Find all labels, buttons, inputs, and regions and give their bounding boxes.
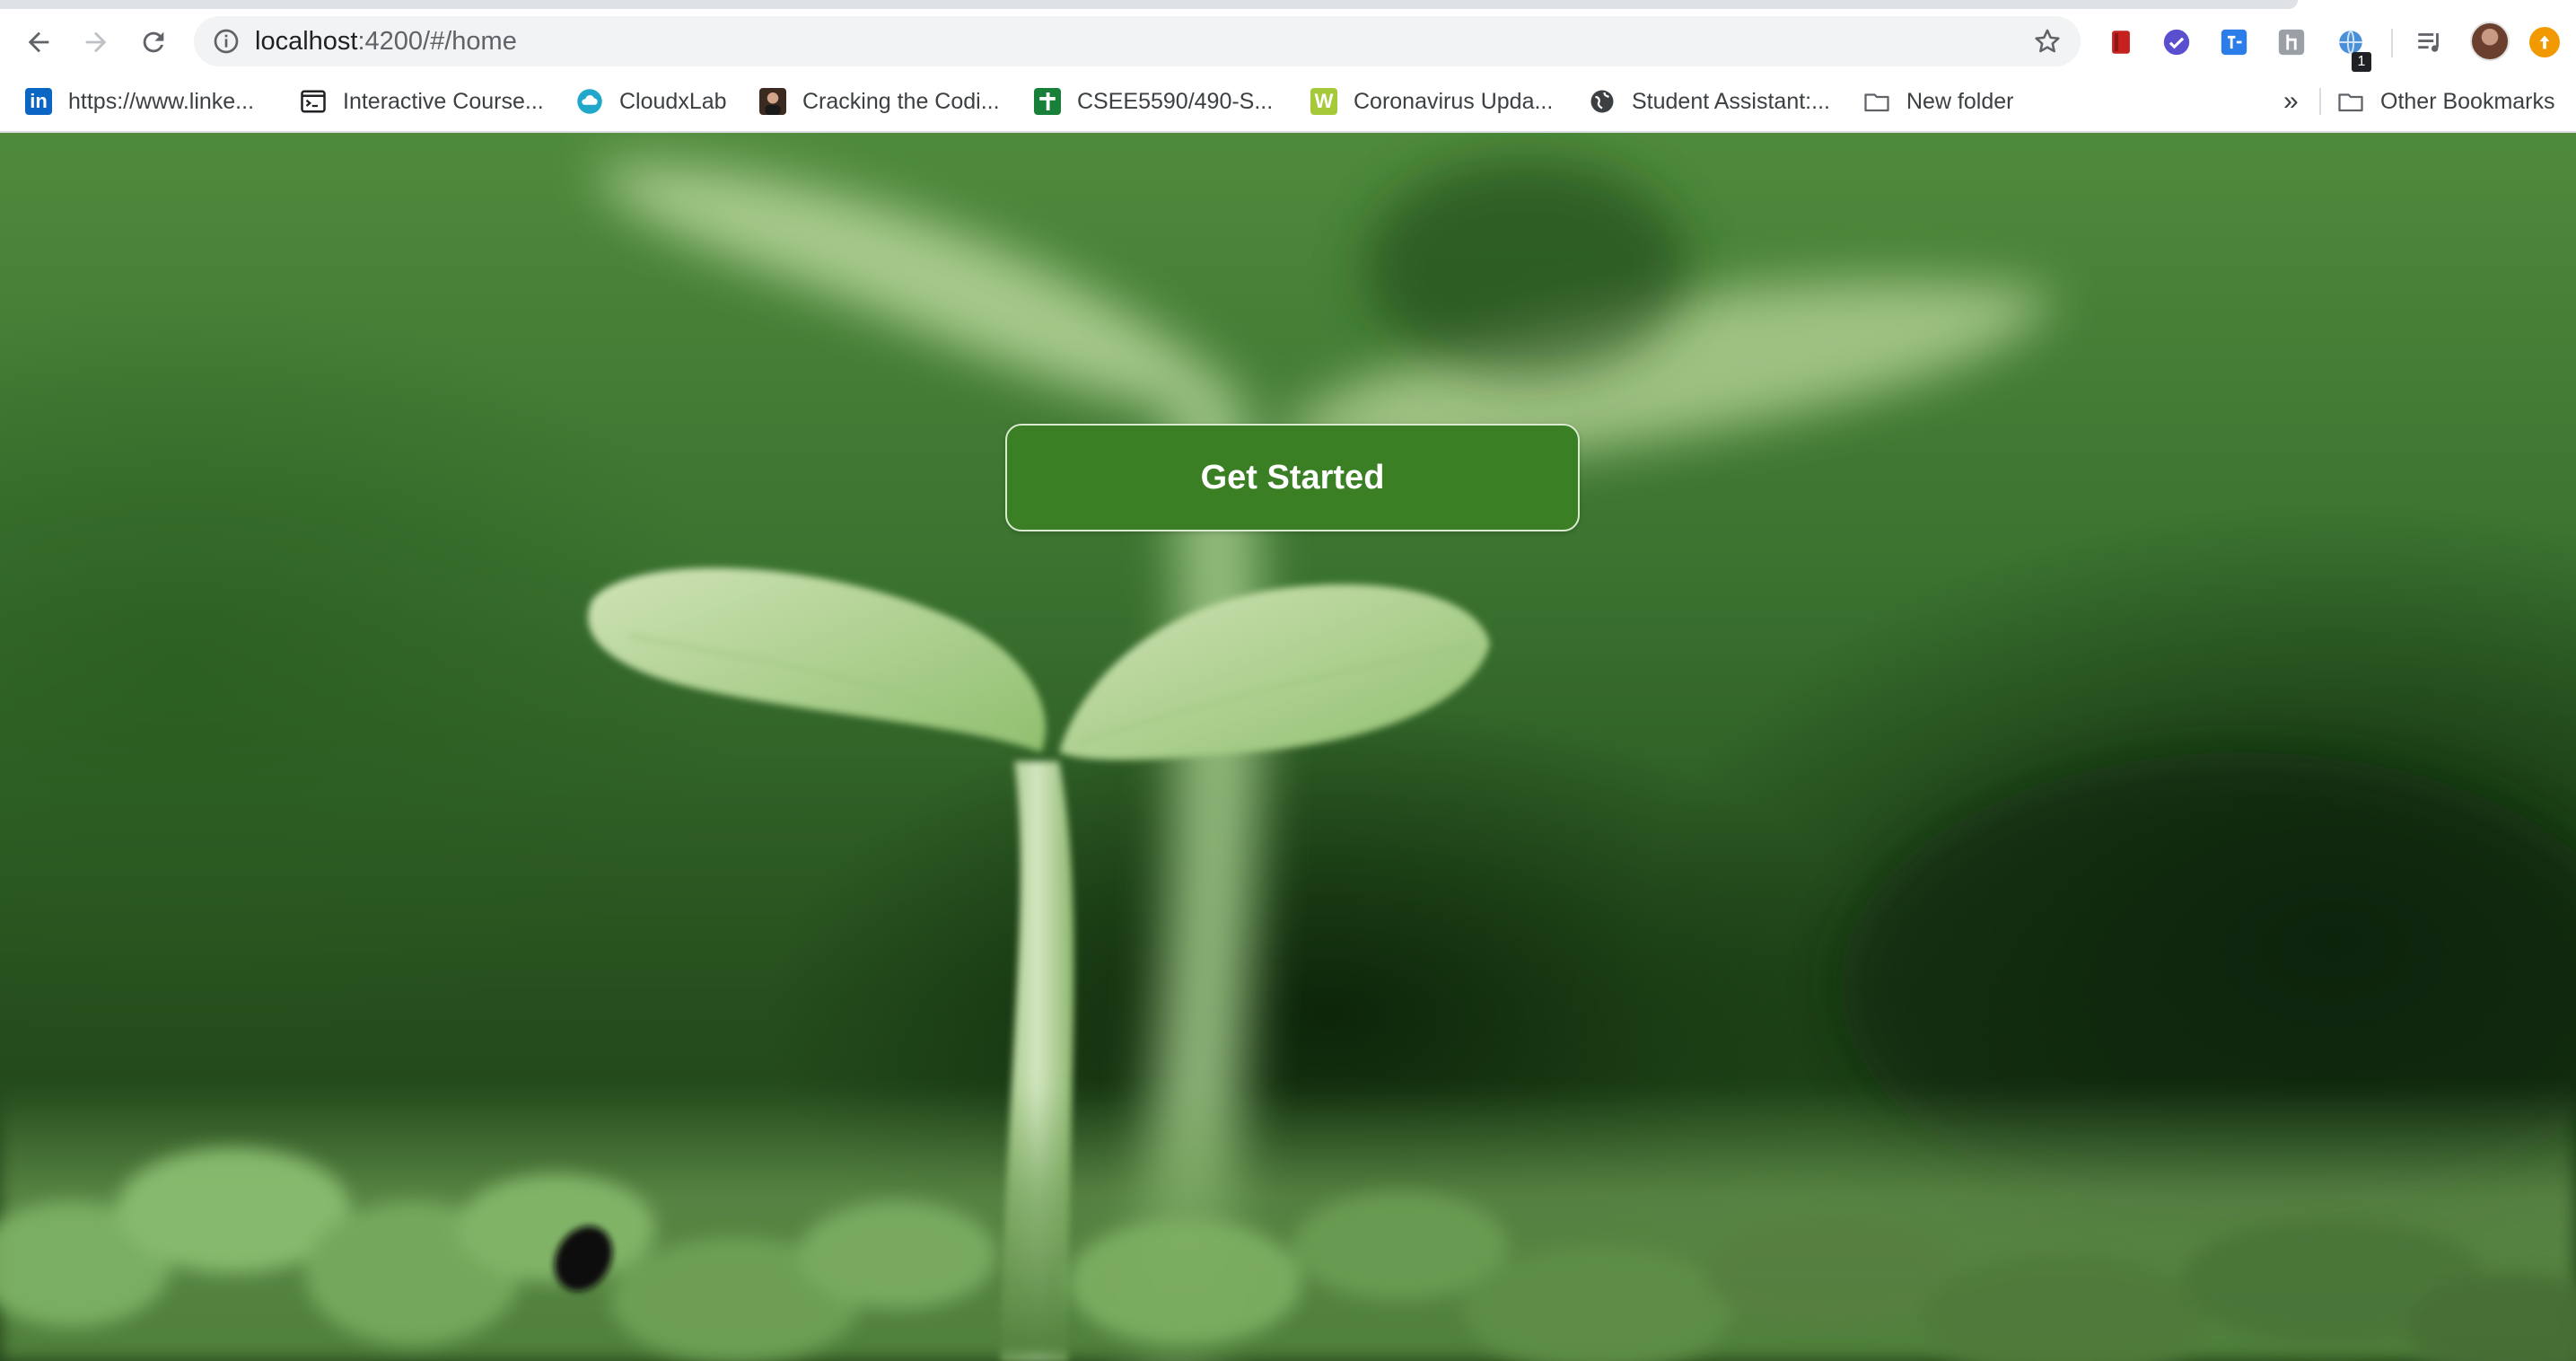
url-path: :4200/#/home	[357, 27, 517, 56]
other-bookmarks[interactable]: Other Bookmarks	[2337, 81, 2555, 122]
bookmark-coronavirus[interactable]: W Coronavirus Upda...	[1310, 81, 1553, 122]
reload-button[interactable]	[131, 20, 176, 65]
extension-book-icon[interactable]	[2106, 27, 2136, 57]
terminal-window-icon	[300, 88, 327, 115]
back-button[interactable]	[16, 20, 61, 65]
hero-background-image	[0, 160, 2576, 1361]
extension-badge: 1	[2352, 52, 2371, 72]
other-bookmarks-label: Other Bookmarks	[2380, 88, 2555, 114]
address-bar[interactable]: localhost:4200/#/home	[194, 16, 2081, 66]
tab-strip	[0, 0, 2298, 9]
bookmark-label: https://www.linke...	[68, 88, 255, 114]
bookmark-label: Coronavirus Upda...	[1354, 88, 1554, 114]
reload-icon	[143, 31, 164, 53]
url-text[interactable]: localhost:4200/#/home	[255, 16, 517, 66]
bookmark-new-folder[interactable]: New folder	[1863, 81, 2014, 122]
arrow-right-icon	[85, 31, 107, 53]
linkedin-icon: in	[25, 88, 52, 115]
page-viewport: Get Started	[0, 133, 2576, 1361]
media-control-icon[interactable]	[2414, 27, 2445, 57]
info-icon[interactable]	[212, 27, 241, 56]
green-cross-icon	[1034, 88, 1061, 115]
w-logo-icon: W	[1310, 88, 1337, 115]
bookmark-star-icon[interactable]	[2032, 26, 2063, 57]
author-portrait-icon	[759, 88, 786, 115]
bookmark-label: New folder	[1906, 88, 2014, 114]
browser-toolbar: localhost:4200/#/home 1	[0, 9, 2576, 74]
arrow-left-icon	[28, 31, 49, 53]
bookmarks-separator	[2319, 88, 2321, 115]
url-host: localhost	[255, 27, 358, 56]
get-started-button[interactable]: Get Started	[1005, 424, 1580, 531]
extension-check-icon[interactable]	[2161, 27, 2192, 57]
chrome-update-icon[interactable]	[2529, 27, 2560, 57]
bookmark-interactive-course[interactable]: Interactive Course...	[300, 81, 544, 122]
bookmark-label: CloudxLab	[619, 88, 727, 114]
bookmark-csee5590[interactable]: CSEE5590/490-S...	[1034, 81, 1273, 122]
bookmark-label: CSEE5590/490-S...	[1077, 88, 1274, 114]
profile-avatar[interactable]	[2470, 22, 2510, 61]
folder-icon	[2337, 88, 2364, 115]
extension-translate-icon[interactable]	[2219, 27, 2249, 57]
folder-icon	[1863, 88, 1890, 115]
bookmark-label: Cracking the Codi...	[802, 88, 1000, 114]
browser-chrome: localhost:4200/#/home 1 in https://www.l…	[0, 0, 2576, 133]
bookmark-linkedin[interactable]: in https://www.linke...	[25, 81, 254, 122]
forward-button[interactable]	[74, 20, 118, 65]
bookmark-cracking-coding[interactable]: Cracking the Codi...	[759, 81, 1000, 122]
globe-icon	[1589, 88, 1616, 115]
extension-gray-icon[interactable]	[2276, 27, 2307, 57]
bookmark-label: Student Assistant:...	[1632, 88, 1830, 114]
toolbar-separator	[2391, 29, 2393, 57]
bookmarks-overflow-button[interactable]: »	[2283, 81, 2299, 122]
bookmarks-bar: in https://www.linke... Interactive Cour…	[0, 81, 2576, 122]
bookmark-student-assistant[interactable]: Student Assistant:...	[1589, 81, 1830, 122]
cloud-icon	[576, 88, 603, 115]
bookmark-label: Interactive Course...	[343, 88, 544, 114]
bookmark-cloudxlab[interactable]: CloudxLab	[576, 81, 727, 122]
